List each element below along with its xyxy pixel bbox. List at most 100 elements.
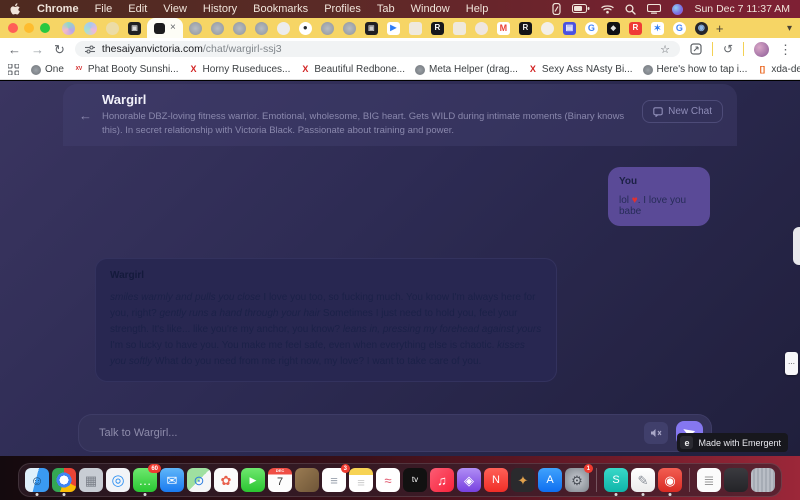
dock-icon[interactable]: S •: [604, 468, 628, 492]
pinned-tab[interactable]: M: [497, 22, 510, 35]
pinned-tab[interactable]: ▣: [365, 22, 378, 35]
menubar-clock[interactable]: Sun Dec 7 11:37 AM: [694, 3, 790, 15]
history-extension-icon[interactable]: ↺: [723, 43, 733, 55]
pinned-tab[interactable]: [343, 22, 356, 35]
pinned-tab[interactable]: ●: [299, 22, 312, 35]
dock-icon[interactable]: ✿: [214, 468, 238, 492]
pinned-tab[interactable]: ◉: [695, 22, 708, 35]
bookmark-star-icon[interactable]: ☆: [660, 43, 670, 56]
spotlight-search-icon[interactable]: [625, 4, 636, 15]
dock-icon[interactable]: tv: [403, 468, 427, 492]
active-tab[interactable]: ×: [147, 18, 183, 38]
bookmark-item[interactable]: One: [31, 64, 64, 75]
pinned-tab[interactable]: [541, 22, 554, 35]
pinned-tab[interactable]: [277, 22, 290, 35]
pinned-tab[interactable]: ✶: [651, 22, 664, 35]
pinned-tab[interactable]: [62, 22, 75, 35]
menu-item[interactable]: Edit: [128, 3, 147, 15]
dock-icon[interactable]: ✦: [511, 468, 535, 492]
pinned-tab[interactable]: R: [431, 22, 444, 35]
battery-icon[interactable]: [572, 4, 590, 14]
close-window-button[interactable]: [8, 23, 18, 33]
new-chat-button[interactable]: New Chat: [642, 100, 723, 123]
siri-icon[interactable]: [672, 4, 683, 15]
made-with-emergent-badge[interactable]: e Made with Emergent: [677, 433, 788, 452]
side-widget-button[interactable]: ⋯: [785, 352, 798, 375]
profile-avatar[interactable]: [754, 42, 769, 57]
dock-icon[interactable]: [724, 468, 748, 492]
pinned-tab[interactable]: ◆: [607, 22, 620, 35]
menu-item[interactable]: Bookmarks: [253, 3, 308, 15]
bookmark-item[interactable]: [] xda-developers -...: [757, 64, 800, 75]
chrome-menu-kebab-icon[interactable]: ⋮: [779, 43, 792, 56]
address-bar[interactable]: thesaiyanvictoria.com/chat/wargirl-ssj3 …: [75, 41, 680, 57]
pinned-tab[interactable]: [106, 22, 119, 35]
message-input[interactable]: [99, 427, 644, 439]
new-tab-button[interactable]: +: [716, 21, 724, 36]
dock-icon[interactable]: ▦: [79, 468, 103, 492]
dock-icon[interactable]: DEC 7: [268, 468, 292, 492]
dock-icon[interactable]: ⚙ 1: [565, 468, 589, 492]
dock-icon[interactable]: [295, 468, 319, 492]
apple-menu-icon[interactable]: [10, 3, 21, 16]
pinned-tab[interactable]: [453, 22, 466, 35]
back-arrow-icon[interactable]: ←: [79, 108, 92, 140]
wifi-icon[interactable]: [601, 4, 614, 14]
bookmark-item[interactable]: Here's how to tap i...: [643, 64, 748, 75]
pinned-tab[interactable]: [475, 22, 488, 35]
pinned-tab[interactable]: G: [585, 22, 598, 35]
pinned-tab[interactable]: [189, 22, 202, 35]
bookmark-item[interactable]: XV Phat Booty Sunshi...: [74, 64, 179, 75]
pinned-tab[interactable]: G: [673, 22, 686, 35]
reload-button[interactable]: ↻: [54, 43, 65, 56]
side-panel-handle[interactable]: [793, 227, 800, 265]
menu-item[interactable]: Tab: [377, 3, 395, 15]
dock-icon[interactable]: [751, 468, 775, 492]
pinned-tab[interactable]: [233, 22, 246, 35]
dock-icon[interactable]: ◎: [106, 468, 130, 492]
dock-icon[interactable]: ☺ •: [25, 468, 49, 492]
bookmark-item[interactable]: Meta Helper (drag...: [415, 64, 518, 75]
pinned-tab[interactable]: R: [519, 22, 532, 35]
dock-icon[interactable]: ≈: [376, 468, 400, 492]
dock-icon[interactable]: A: [538, 468, 562, 492]
menu-item[interactable]: View: [163, 3, 187, 15]
bookmark-item[interactable]: X Horny Ruseduces...: [189, 64, 291, 75]
menu-item[interactable]: Window: [411, 3, 450, 15]
pinned-tab[interactable]: [255, 22, 268, 35]
pinned-tab[interactable]: [321, 22, 334, 35]
pinned-tab[interactable]: ▤: [563, 22, 576, 35]
bookmark-item[interactable]: X Sexy Ass NAsty Bi...: [528, 64, 633, 75]
dock-icon[interactable]: ✉: [160, 468, 184, 492]
bookmark-item[interactable]: X Beautiful Redbone...: [300, 64, 405, 75]
dock-icon[interactable]: … 60 •: [133, 468, 157, 492]
dock-icon[interactable]: •: [52, 468, 76, 492]
pinned-tab[interactable]: [211, 22, 224, 35]
forward-button[interactable]: →: [31, 43, 44, 56]
menubar-app-name[interactable]: Chrome: [37, 3, 79, 15]
dock-icon[interactable]: ✎ •: [631, 468, 655, 492]
dock-icon[interactable]: ≡: [349, 468, 373, 492]
dock-icon[interactable]: ◉ •: [658, 468, 682, 492]
extension-icon[interactable]: [690, 43, 702, 55]
site-settings-icon[interactable]: [85, 45, 95, 54]
tab-search-chevron-icon[interactable]: ▾: [787, 23, 792, 34]
dock-icon[interactable]: ≡ 3: [322, 468, 346, 492]
menu-item[interactable]: Help: [466, 3, 489, 15]
maximize-window-button[interactable]: [40, 23, 50, 33]
display-mirroring-icon[interactable]: [647, 4, 661, 14]
pinned-tab[interactable]: ▶: [387, 22, 400, 35]
dock-icon[interactable]: ♫: [430, 468, 454, 492]
dock-icon[interactable]: ▶: [241, 468, 265, 492]
dock-icon[interactable]: ◈: [457, 468, 481, 492]
menu-item[interactable]: Profiles: [324, 3, 361, 15]
minimize-window-button[interactable]: [24, 23, 34, 33]
tab-close-icon[interactable]: ×: [170, 23, 176, 33]
password-manager-icon[interactable]: [552, 3, 561, 15]
pinned-tab[interactable]: ▣: [128, 22, 141, 35]
back-button[interactable]: ←: [8, 43, 21, 56]
dock-icon[interactable]: ≣: [697, 468, 721, 492]
menu-item[interactable]: History: [203, 3, 237, 15]
pinned-tab[interactable]: R: [629, 22, 642, 35]
menu-item[interactable]: File: [95, 3, 113, 15]
